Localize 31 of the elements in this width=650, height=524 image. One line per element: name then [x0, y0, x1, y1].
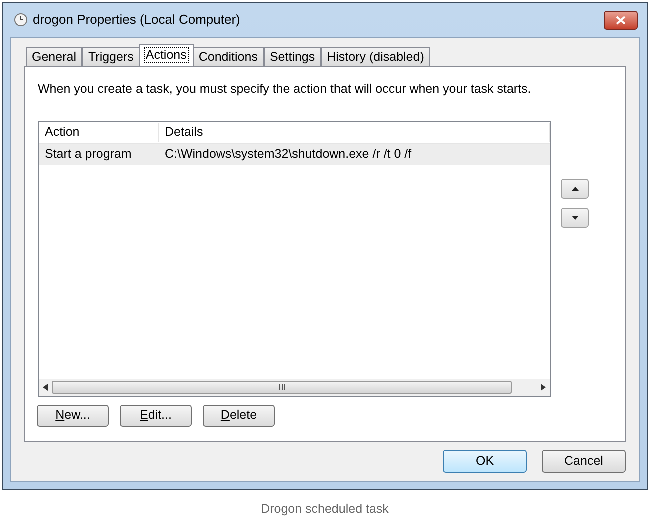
table-cell-text: Start a program: [44, 146, 133, 163]
description-text: When you create a task, you must specify the action that will occur when your task starts.: [38, 81, 532, 98]
tab[interactable]: Conditions: [192, 47, 264, 66]
up-arrow-icon: [572, 186, 578, 191]
dialog-button[interactable]: OK: [443, 450, 527, 473]
tab[interactable]: General: [26, 47, 82, 66]
close-button[interactable]: [604, 10, 638, 30]
scrollbar-thumb[interactable]: [52, 380, 512, 394]
horizontal-scrollbar[interactable]: [39, 378, 550, 396]
column-header[interactable]: Action: [39, 122, 159, 142]
table-cell-text: C:\Windows\system32\shutdown.exe /r /t 0 /f: [164, 146, 413, 163]
action-button[interactable]: Delete: [203, 404, 275, 427]
right-arrow-icon: [541, 384, 546, 391]
down-arrow-icon: [572, 216, 578, 220]
close-icon: [616, 16, 626, 24]
tab[interactable]: Actions: [138, 44, 194, 66]
clock-icon: [14, 13, 28, 27]
tab[interactable]: History (disabled): [321, 47, 430, 66]
table-row[interactable]: Start a program C:\Windows\system32\shutdown.exe /r /t 0 /f: [39, 144, 550, 165]
left-arrow-icon: [43, 384, 48, 391]
action-button[interactable]: Edit...: [120, 404, 192, 427]
tab[interactable]: Settings: [264, 47, 322, 66]
action-button[interactable]: New...: [37, 404, 109, 427]
window-title: drogon Properties (Local Computer): [33, 11, 240, 30]
dialog-button[interactable]: Cancel: [542, 450, 626, 473]
tab[interactable]: Triggers: [82, 47, 140, 66]
column-header[interactable]: Details: [159, 122, 550, 142]
move-up-button[interactable]: [561, 178, 589, 199]
grip-icon: [278, 384, 286, 390]
move-down-button[interactable]: [561, 208, 589, 228]
image-caption: Drogon scheduled task: [261, 501, 389, 518]
